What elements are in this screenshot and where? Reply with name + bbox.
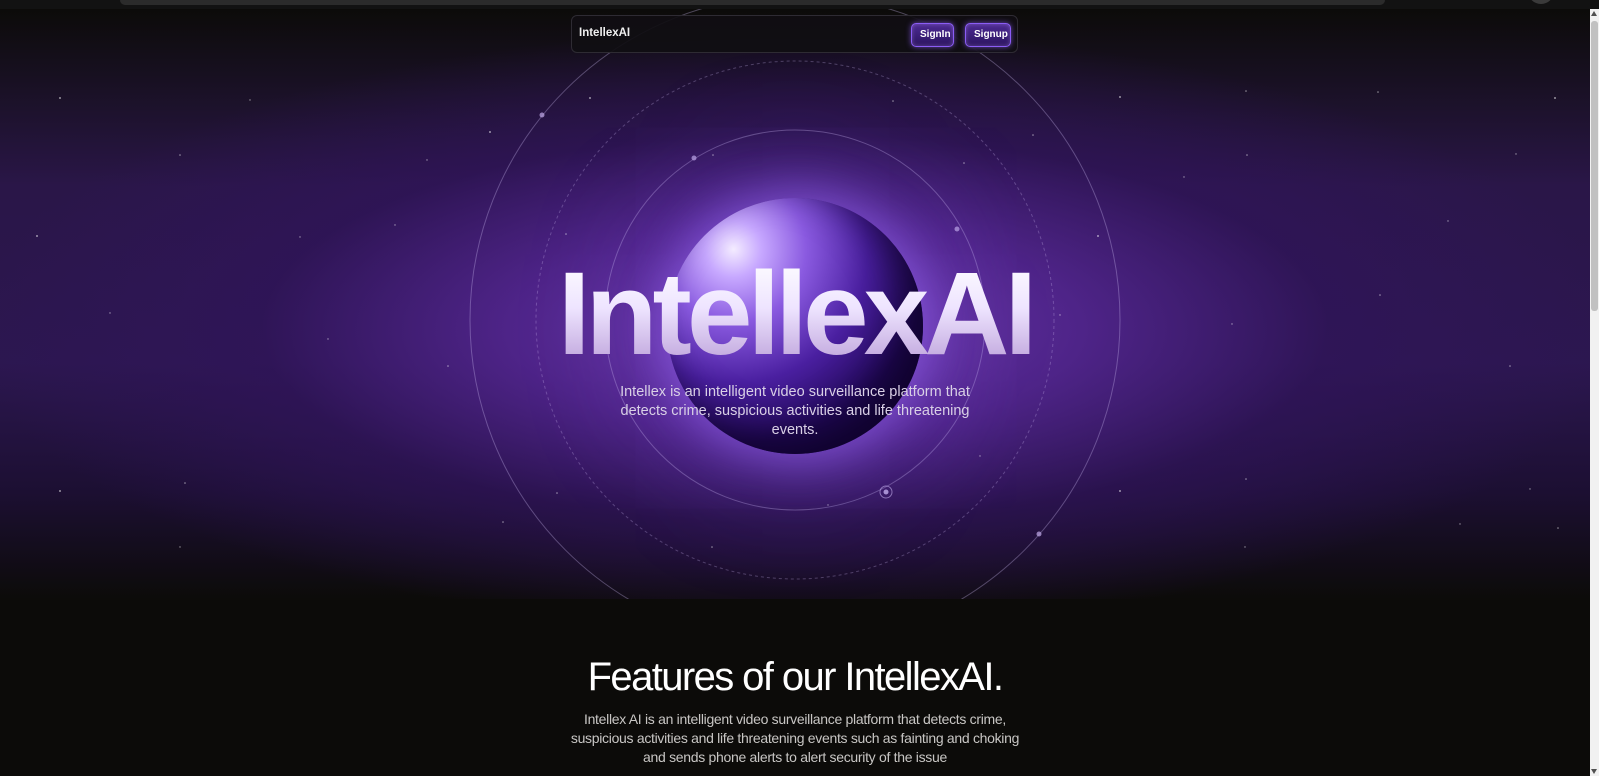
signup-button[interactable]: Signup xyxy=(965,23,1011,47)
address-bar-strip xyxy=(120,0,1385,5)
hero-section: IntellexAI Intellex is an intelligent vi… xyxy=(0,9,1590,599)
features-title: Features of our IntellexAI. xyxy=(587,655,1004,699)
landing-page: IntellexAI Intellex is an intelligent vi… xyxy=(0,0,1599,776)
profile-avatar[interactable] xyxy=(1528,0,1554,4)
browser-top-bar xyxy=(0,0,1599,9)
hero-subtitle: Intellex is an intelligent video surveil… xyxy=(620,384,970,438)
scrollbar-thumb[interactable] xyxy=(1591,21,1598,311)
brand-logo-text[interactable]: IntellexAI xyxy=(579,27,630,39)
features-description: Intellex AI is an intelligent video surv… xyxy=(570,711,1020,765)
signin-button[interactable]: SignIn xyxy=(911,23,954,47)
page-scrollbar[interactable] xyxy=(1590,9,1599,776)
hero-title: IntellexAI xyxy=(0,255,1590,373)
scroll-down-arrow-icon[interactable] xyxy=(1591,769,1597,774)
scroll-up-arrow-icon[interactable] xyxy=(1591,11,1597,16)
top-navbar: IntellexAI SignIn Signup xyxy=(571,15,1018,53)
